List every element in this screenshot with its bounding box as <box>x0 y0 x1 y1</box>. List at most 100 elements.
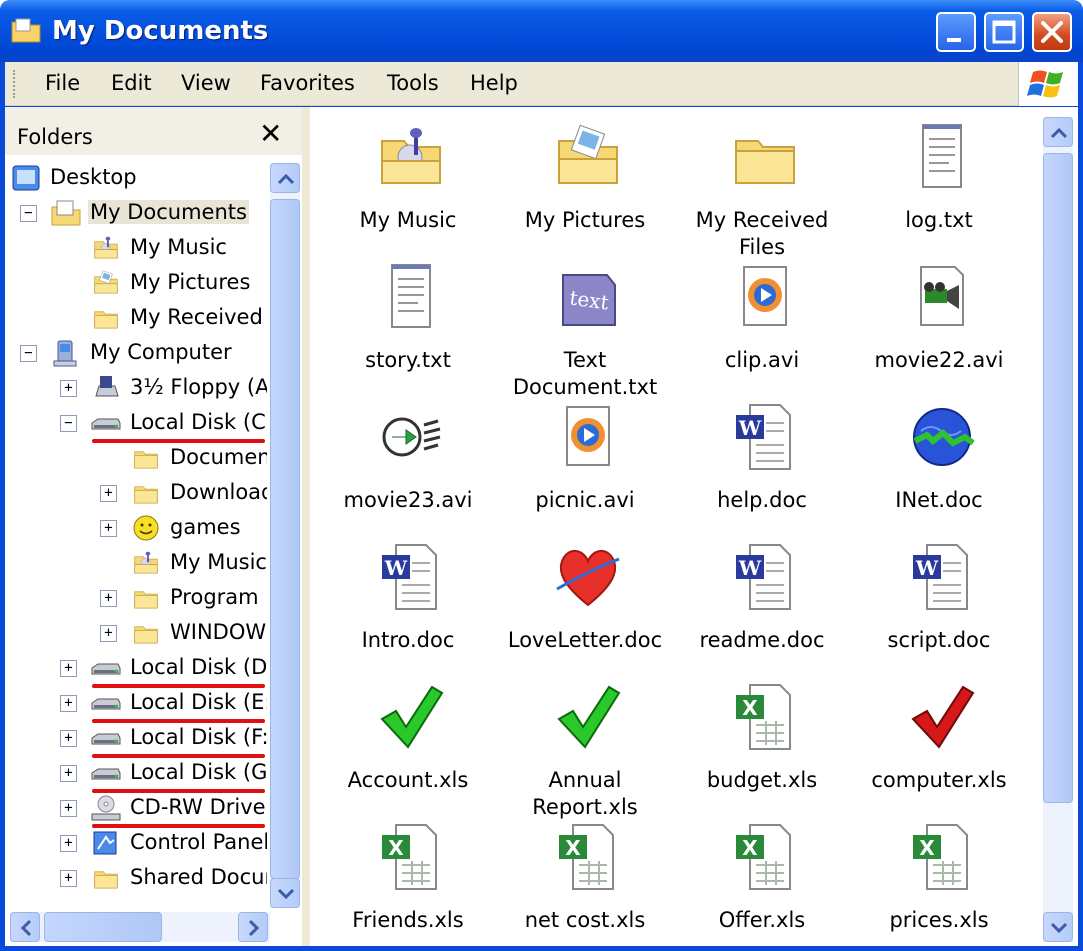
menu-grip[interactable] <box>13 70 17 98</box>
tree-scroll-right-button[interactable] <box>238 912 268 942</box>
minimize-button[interactable] <box>936 12 976 52</box>
file-item[interactable]: X Offer.xls <box>677 821 847 946</box>
file-item[interactable]: Account.xls <box>323 681 493 821</box>
collapse-icon[interactable]: − <box>20 345 37 362</box>
minimize-icon <box>947 38 961 42</box>
file-name: computer.xls <box>871 768 1007 792</box>
expand-icon[interactable]: + <box>60 800 77 817</box>
tree-scroll-down-button[interactable] <box>270 878 300 908</box>
file-item[interactable]: Xprices.xls <box>854 821 1024 946</box>
file-item[interactable]: Xbudget.xls <box>677 681 847 821</box>
smiley-icon <box>130 514 162 542</box>
tree-item[interactable]: + Control Panel <box>5 826 267 861</box>
file-item[interactable]: movie23.avi <box>323 401 493 541</box>
file-item[interactable]: My Music <box>323 121 493 261</box>
pictures-folder-icon <box>553 121 623 193</box>
file-item[interactable]: clip.avi <box>677 261 847 401</box>
svg-text:X: X <box>565 836 581 860</box>
svg-text:W: W <box>738 416 762 440</box>
expand-icon[interactable]: + <box>60 870 77 887</box>
tree-hscroll-thumb[interactable] <box>44 912 162 942</box>
file-item[interactable]: My Pictures <box>500 121 670 261</box>
tree-item[interactable]: − My Documents <box>5 196 267 231</box>
title-bar[interactable]: My Documents <box>0 0 1083 62</box>
file-item[interactable]: Wscript.doc <box>854 541 1024 681</box>
tree-item[interactable]: + Local Disk (F: <box>5 721 267 756</box>
word-doc-icon: W <box>376 541 446 613</box>
tree-item[interactable]: + Shared Docur <box>5 861 267 896</box>
folder-icon <box>130 444 162 472</box>
disk-icon <box>90 724 122 752</box>
tree-item[interactable]: − My Computer <box>5 336 267 371</box>
file-item[interactable]: Wreadme.doc <box>677 541 847 681</box>
expand-icon[interactable]: + <box>100 520 117 537</box>
menu-tools[interactable]: Tools <box>387 71 439 95</box>
file-item[interactable]: Xnet cost.xls <box>500 821 670 946</box>
tree-item[interactable]: + Local Disk (D: <box>5 651 267 686</box>
files-scroll-thumb[interactable] <box>1043 153 1073 803</box>
window-title: My Documents <box>52 16 269 46</box>
excel-doc-icon: X <box>553 821 623 893</box>
tree-vertical-scrollbar[interactable] <box>270 163 300 908</box>
tree-item[interactable]: My Music <box>5 231 267 266</box>
file-name: Text Document.txt <box>512 348 658 399</box>
tree-scroll-up-button[interactable] <box>270 163 300 193</box>
file-item[interactable]: My Received Files <box>677 121 847 261</box>
tree-item[interactable]: − Local Disk (C: <box>5 406 267 441</box>
expand-icon[interactable]: + <box>100 590 117 607</box>
menu-help[interactable]: Help <box>470 71 518 95</box>
file-item[interactable]: computer.xls <box>854 681 1024 821</box>
tree-item[interactable]: + Program F <box>5 581 267 616</box>
tree-item[interactable]: Document <box>5 441 267 476</box>
tree-item[interactable]: + Local Disk (E: <box>5 686 267 721</box>
collapse-icon[interactable]: − <box>60 415 77 432</box>
expand-icon[interactable]: + <box>60 695 77 712</box>
menu-view[interactable]: View <box>181 71 231 95</box>
folder-icon <box>90 864 122 892</box>
menu-file[interactable]: File <box>45 71 80 95</box>
tree-scroll-thumb[interactable] <box>270 199 300 879</box>
close-folders-button[interactable]: ✕ <box>259 117 282 150</box>
tree-item[interactable]: + Download <box>5 476 267 511</box>
file-item[interactable]: X Friends.xls <box>323 821 493 946</box>
files-scroll-down-button[interactable] <box>1043 912 1073 942</box>
expand-icon[interactable]: + <box>60 660 77 677</box>
file-item[interactable]: W Intro.doc <box>323 541 493 681</box>
expand-icon[interactable]: + <box>100 485 117 502</box>
tree-item[interactable]: +3½ Floppy (A <box>5 371 267 406</box>
file-item[interactable]: movie22.avi <box>854 261 1024 401</box>
collapse-icon[interactable]: − <box>20 205 37 222</box>
file-item[interactable]: Annual Report.xls <box>500 681 670 821</box>
tree-item[interactable]: + CD-RW Drive <box>5 791 267 826</box>
tree-item[interactable]: My Music <box>5 546 267 581</box>
tree-item[interactable]: + Local Disk (G: <box>5 756 267 791</box>
tree-item[interactable]: Desktop <box>5 161 267 196</box>
file-item[interactable]: Whelp.doc <box>677 401 847 541</box>
expand-icon[interactable]: + <box>60 380 77 397</box>
expand-icon[interactable]: + <box>60 835 77 852</box>
file-item[interactable]: text Text Document.txt <box>500 261 670 401</box>
close-icon <box>1041 21 1063 43</box>
files-scroll-up-button[interactable] <box>1043 117 1073 147</box>
maximize-button[interactable] <box>984 12 1024 52</box>
expand-icon[interactable]: + <box>60 730 77 747</box>
file-item[interactable]: LoveLetter.doc <box>500 541 670 681</box>
menu-edit[interactable]: Edit <box>111 71 152 95</box>
expand-icon[interactable]: + <box>60 765 77 782</box>
file-item[interactable]: INet.doc <box>854 401 1024 541</box>
tree-item[interactable]: + games <box>5 511 267 546</box>
expand-icon[interactable]: + <box>100 625 117 642</box>
file-item[interactable]: story.txt <box>323 261 493 401</box>
tree-horizontal-scrollbar[interactable] <box>10 912 270 942</box>
close-button[interactable] <box>1032 12 1072 52</box>
tree-scroll-left-button[interactable] <box>10 912 40 942</box>
tree-item[interactable]: My Received <box>5 301 267 336</box>
word-doc-icon: W <box>730 401 800 473</box>
files-vertical-scrollbar[interactable] <box>1043 117 1073 942</box>
tree-item[interactable]: + WINDOW <box>5 616 267 651</box>
file-item[interactable]: log.txt <box>854 121 1024 261</box>
menu-favorites[interactable]: Favorites <box>260 71 355 95</box>
pane-splitter[interactable] <box>302 107 310 946</box>
file-item[interactable]: picnic.avi <box>500 401 670 541</box>
tree-item[interactable]: My Pictures <box>5 266 267 301</box>
